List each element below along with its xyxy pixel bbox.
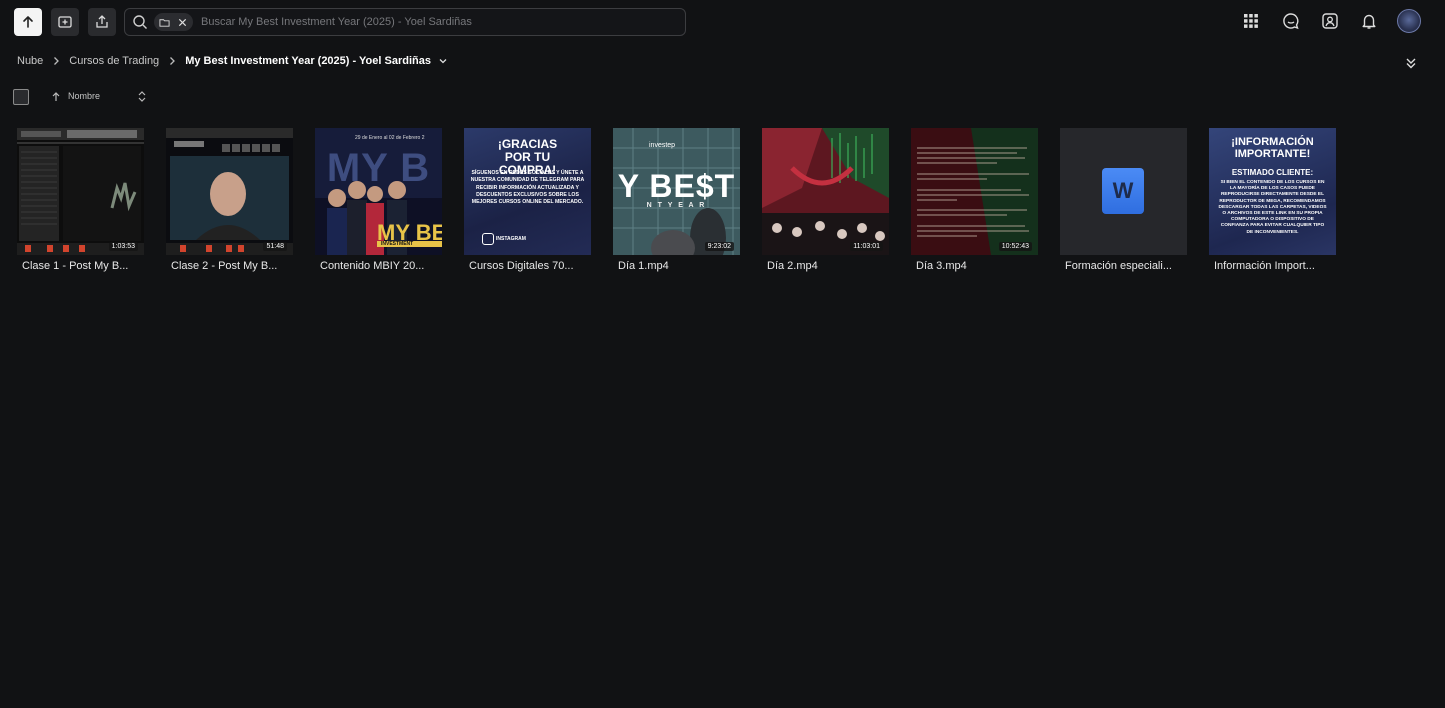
chat-button[interactable] — [1281, 11, 1301, 31]
chat-icon — [1283, 13, 1299, 30]
word-icon-letter: W — [1112, 178, 1134, 203]
thumbnail-subtitle: N T Y E A R — [646, 202, 707, 209]
file-name: Contenido MBIY 20... — [320, 260, 425, 272]
chevron-right-icon — [54, 57, 60, 65]
image-thumbnail: ¡INFORMACIÓN IMPORTANTE! ESTIMADO CLIENT… — [1209, 128, 1336, 255]
new-folder-button[interactable] — [51, 8, 79, 36]
thumbnail-big-text: MY B — [326, 146, 431, 190]
folder-scope-chip[interactable] — [154, 13, 193, 31]
thumbnail-brand: investep — [649, 142, 676, 149]
contacts-button[interactable] — [1320, 11, 1340, 31]
search-icon[interactable] — [132, 14, 148, 30]
file-name: Formación especiali... — [1065, 260, 1172, 272]
file-card[interactable]: 51:48 Clase 2 - Post My B... — [166, 128, 293, 278]
duration-badge: 51:48 — [263, 242, 287, 251]
video-thumbnail: investep Y BE$T N T Y E A R 9:23:02 — [613, 128, 740, 255]
duration-badge: 11:03:01 — [850, 242, 883, 251]
select-all-checkbox[interactable] — [13, 89, 29, 105]
file-card[interactable]: 1:03:53 Clase 1 - Post My B... — [17, 128, 144, 278]
file-card[interactable]: ¡GRACIAS POR TU COMPRA! SÍGUENOS EN REDE… — [464, 128, 591, 278]
folder-icon — [159, 18, 170, 27]
avatar[interactable] — [1397, 9, 1421, 33]
collapse-icon[interactable] — [1404, 56, 1418, 70]
thumbnail-sub-text: INVESTMENT — [377, 241, 442, 247]
sort-by-name-label[interactable]: Nombre — [68, 91, 100, 101]
video-thumbnail: 51:48 — [166, 128, 293, 255]
file-card[interactable]: investep Y BE$T N T Y E A R 9:23:02 Día … — [613, 128, 740, 278]
file-name: Día 3.mp4 — [916, 260, 967, 272]
search-input[interactable] — [199, 15, 685, 29]
top-bar — [0, 0, 1445, 44]
image-thumbnail: 29 de Enero al 02 de Febrero 2 MY B MY B… — [315, 128, 442, 255]
video-thumbnail: 1:03:53 — [17, 128, 144, 255]
thumbnail-body: SÍGUENOS EN REDES SOCIALES Y ÚNETE A NUE… — [470, 170, 585, 206]
breadcrumb: Nube Cursos de Trading My Best Investmen… — [17, 52, 448, 70]
file-name: Día 1.mp4 — [618, 260, 669, 272]
file-name: Cursos Digitales 70... — [469, 260, 574, 272]
share-button[interactable] — [88, 8, 116, 36]
breadcrumb-item-cursos[interactable]: Cursos de Trading — [69, 55, 159, 67]
sort-arrow-up-icon[interactable] — [51, 91, 61, 102]
video-thumbnail: 10:52:43 — [911, 128, 1038, 255]
file-card[interactable]: 10:52:43 Día 3.mp4 — [911, 128, 1038, 278]
thumbnail-subtitle: ESTIMADO CLIENTE: — [1231, 168, 1314, 177]
file-name: Día 2.mp4 — [767, 260, 818, 272]
thumbnail-title: Y BE$T — [617, 168, 736, 204]
duration-badge: 1:03:53 — [108, 242, 138, 251]
arrow-up-icon — [23, 16, 33, 28]
upload-button[interactable] — [14, 8, 42, 36]
thumbnail-image — [166, 128, 293, 255]
sort-bar: Nombre — [13, 89, 153, 105]
sort-toggle-icon[interactable] — [137, 90, 147, 103]
grid-icon — [1244, 14, 1258, 28]
word-document-icon: W — [1102, 168, 1144, 214]
close-icon[interactable] — [177, 17, 188, 28]
breadcrumb-item-nube[interactable]: Nube — [17, 55, 43, 67]
duration-badge: 10:52:43 — [998, 242, 1032, 251]
image-thumbnail: ¡GRACIAS POR TU COMPRA! SÍGUENOS EN REDE… — [464, 128, 591, 255]
thumbnail-image — [17, 128, 144, 255]
apps-button[interactable] — [1241, 11, 1261, 31]
duration-badge: 9:23:02 — [704, 242, 734, 251]
search-bar — [124, 8, 686, 36]
thumbnail-footer: INSTAGRAM — [496, 236, 526, 242]
breadcrumb-current-folder[interactable]: My Best Investment Year (2025) - Yoel Sa… — [185, 55, 431, 67]
contacts-icon — [1322, 13, 1338, 29]
notifications-button[interactable] — [1359, 11, 1379, 31]
document-thumbnail: W — [1060, 128, 1187, 255]
file-name: Información Import... — [1214, 260, 1315, 272]
file-card[interactable]: W Formación especiali... — [1060, 128, 1187, 278]
add-folder-icon — [58, 16, 72, 28]
file-card[interactable]: 11:03:01 Día 2.mp4 — [762, 128, 889, 278]
thumbnail-title: ¡INFORMACIÓN IMPORTANTE! — [1231, 136, 1314, 160]
thumbnail-date-text: 29 de Enero al 02 de Febrero 2 — [355, 135, 425, 141]
thumbnail-image — [762, 128, 889, 255]
bell-icon — [1362, 14, 1376, 29]
file-name: Clase 1 - Post My B... — [22, 260, 129, 272]
file-card[interactable]: ¡INFORMACIÓN IMPORTANTE! ESTIMADO CLIENT… — [1209, 128, 1336, 278]
file-name: Clase 2 - Post My B... — [171, 260, 278, 272]
share-icon — [96, 15, 108, 28]
thumbnail-body: SI BIEN EL CONTENIDO DE LOS CURSOS EN LA… — [1218, 180, 1327, 235]
instagram-icon — [482, 233, 494, 245]
file-card[interactable]: 29 de Enero al 02 de Febrero 2 MY B MY B… — [315, 128, 442, 278]
chevron-down-icon[interactable] — [438, 56, 448, 66]
thumbnail-image — [911, 128, 1038, 255]
chevron-right-icon — [170, 57, 176, 65]
video-thumbnail: 11:03:01 — [762, 128, 889, 255]
